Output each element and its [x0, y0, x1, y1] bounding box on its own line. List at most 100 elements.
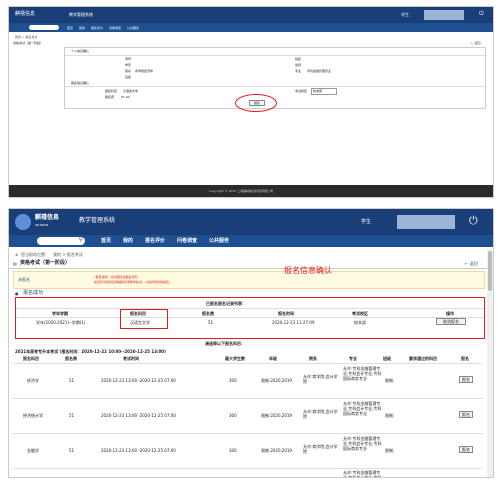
- class-cell: 限制:: [385, 413, 395, 418]
- col-header: 报名: [461, 356, 469, 361]
- enrolled-header: 操作: [446, 311, 454, 316]
- enrolled-title: 已报名报名记录列表：: [206, 301, 246, 306]
- time-cell: 2020-12-23 13:00 -2020-12-25 07:00: [101, 413, 176, 418]
- enrolled-header: 报名费: [202, 311, 214, 316]
- top-subject-label: 报名科目: [105, 89, 118, 93]
- top-fee-label: 报名费: [105, 95, 115, 99]
- main-screenshot: 麒禧信息 QILINXIN 教学管理系统 学生 ⏻ ⚲ 首页 我的 报名评价 问…: [8, 208, 494, 478]
- subject-cell: 经济学: [27, 378, 39, 383]
- top-form-title: 个人信息确认: [71, 49, 90, 53]
- logo-icon: [15, 214, 31, 230]
- col-header: 最大学生数: [225, 356, 245, 361]
- top-back[interactable]: ← 返回: [471, 41, 480, 45]
- grade-cell: 限制:2020,2019: [261, 413, 292, 418]
- status-success: 报名成功: [23, 290, 44, 296]
- major-cell: 允许:专科金融管理专业,专科会计专业,专科国际商务专业: [343, 401, 382, 416]
- col-header: 院系: [309, 356, 317, 361]
- scrollbar[interactable]: [487, 249, 493, 477]
- top-system: 教学管理系统: [69, 12, 93, 17]
- notice-tag: 未报名: [18, 277, 30, 282]
- available-header-row: 报名科目 报名费 考试时间 最大学生数 年级 院系 专业 班级 要求通过的科目 …: [13, 355, 483, 364]
- nav-bar: ⚲ 首页 我的 报名评价 问卷调查 公共服务: [9, 235, 493, 247]
- top-power-icon[interactable]: ⏻: [479, 10, 484, 17]
- highlight-ellipse: [235, 94, 277, 112]
- top-row-label: 姓名: [295, 57, 302, 61]
- grade-cell: 限制:2020,2019: [261, 448, 292, 453]
- major-cell: 允许:专科金融管理专业,专科会计专业,专科国际商务专业: [343, 470, 382, 478]
- nav-item-survey[interactable]: 问卷调查: [177, 238, 197, 244]
- dept-cell: 允许:商学院,会计学院: [303, 444, 338, 454]
- notice-line2: 如您有问题请咨询辅导员或教学秘书，以免影响您的报名。: [94, 280, 173, 284]
- search-icon[interactable]: ⚲: [79, 236, 83, 243]
- brand-en: QILINXIN: [35, 223, 49, 227]
- nav-item-home[interactable]: 首页: [101, 238, 111, 244]
- top-nav-item[interactable]: 公共服务: [127, 26, 139, 30]
- enrolled-header: 考试校区: [352, 311, 368, 316]
- top-nav-item[interactable]: 首页: [67, 26, 73, 30]
- top-section2: 报名信息确认: [71, 81, 90, 85]
- top-campus-select[interactable]: 校本部: [311, 88, 337, 95]
- system-name: 教学管理系统: [79, 217, 116, 224]
- fee-cell: 51: [69, 448, 75, 453]
- class-cell: 限制:: [385, 378, 395, 383]
- top-row-label: 学历: [125, 63, 132, 67]
- subject-cell: 金融学: [27, 448, 39, 453]
- top-row-value: 商学院经济学: [135, 69, 154, 73]
- top-brand: 麒禧信息: [15, 11, 36, 17]
- top-footer-text: Copyright © 2015 上海麒禧信息科技有限公司: [209, 189, 274, 193]
- top-subject-value: 汉语言文学: [123, 89, 139, 93]
- enrolled-cell: 学年(2020-2021)--学期(1): [36, 320, 86, 325]
- grade-cell: 限制:2020,2019: [261, 378, 292, 383]
- col-header: 报名科目: [23, 356, 39, 361]
- enroll-button[interactable]: 报名: [459, 411, 473, 418]
- enroll-button[interactable]: 报名: [459, 446, 473, 453]
- cancel-enroll-button[interactable]: 取消报名: [436, 318, 466, 325]
- col-header: 班级: [383, 356, 391, 361]
- top-nav-item[interactable]: 问卷调查: [109, 26, 121, 30]
- top-row-label: 专业: [295, 69, 302, 73]
- top-row-label: 班级: [125, 75, 132, 79]
- back-link[interactable]: ← 返回: [465, 261, 478, 266]
- top-header: 麒禧信息 教学管理系统 学生 ⏻: [9, 7, 493, 23]
- avatar[interactable]: [397, 215, 455, 229]
- enrolled-cell: 2020-12-23 11:27:09: [272, 320, 315, 325]
- notice-box: 未报名 *报名说明：请仔细阅读报名须知 如您有问题请咨询辅导员或教学秘书，以免影…: [13, 271, 485, 289]
- max-cell: 300: [229, 378, 237, 383]
- class-cell: 限制:: [385, 448, 395, 453]
- user-label: 学生: [361, 219, 372, 225]
- enrolled-header: 学年学期: [52, 311, 68, 316]
- subject-highlight: [120, 309, 168, 329]
- breadcrumb-prefix: 您当前的位置：: [21, 252, 49, 257]
- enrolled-cell: 校本部: [354, 320, 366, 325]
- top-campus-label: 考试校区: [295, 89, 308, 93]
- top-user: 学生: [401, 12, 409, 17]
- table-row: 经济学 51 2020-12-23 13:00 -2020-12-25 07:0…: [13, 364, 483, 399]
- enroll-button[interactable]: 报名: [459, 376, 473, 383]
- subject-cell: 经济统计学: [23, 413, 43, 418]
- top-search[interactable]: [29, 25, 59, 30]
- top-nav-item[interactable]: 报名评价: [91, 26, 103, 30]
- dept-cell: 允许:商学院,会计学院: [303, 409, 338, 419]
- fee-cell: 51: [69, 413, 75, 418]
- col-header: 报名费: [65, 356, 77, 361]
- power-icon[interactable]: ⏻: [469, 214, 478, 228]
- header: 麒禧信息 QILINXIN 教学管理系统 学生 ⏻: [9, 209, 493, 235]
- notice-line1: *报名说明：请仔细阅读报名须知: [94, 275, 138, 279]
- table-row: 经济统计学 51 2020-12-23 13:00 -2020-12-25 07…: [13, 399, 483, 434]
- nav-item-evaluation[interactable]: 报名评价: [145, 238, 165, 244]
- top-row-label: 学号: [125, 57, 132, 61]
- nav-item-mine[interactable]: 我的: [123, 238, 133, 244]
- top-nav: 首页 我的 报名评价 问卷调查 公共服务: [9, 23, 493, 32]
- top-nav-item[interactable]: 我的: [79, 26, 85, 30]
- major-cell: 允许:专科金融管理专业,专科会计专业,专科国际商务专业: [343, 366, 382, 381]
- top-row-label: 性别: [295, 63, 302, 67]
- top-row-value: 专科金融管理专业: [307, 69, 332, 73]
- enrolled-cell: 51: [208, 320, 214, 325]
- scrollbar-thumb[interactable]: [488, 251, 492, 291]
- breadcrumb-path[interactable]: 我的 > 报名考试: [53, 252, 83, 257]
- search-input[interactable]: ⚲: [37, 236, 85, 245]
- dept-cell: 允许:商学院,会计学院: [303, 374, 338, 384]
- col-header: 要求通过的科目: [409, 356, 437, 361]
- table-row: 允许:专科金融管理专业,专科会计专业,专科国际商务专业: [13, 469, 483, 478]
- nav-item-public[interactable]: 公共服务: [209, 238, 229, 244]
